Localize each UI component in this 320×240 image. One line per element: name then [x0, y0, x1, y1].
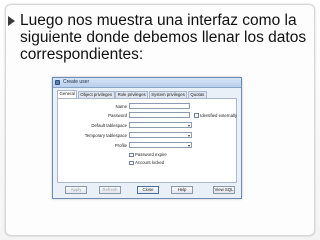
- dialog-title: Create user: [63, 79, 90, 85]
- default-tablespace-label: Default tablespace: [91, 123, 127, 128]
- profile-select[interactable]: [129, 142, 192, 148]
- account-locked-checkbox[interactable]: [129, 160, 134, 165]
- slide-bullet-paragraph: Luego nos muestra una interfaz como la s…: [8, 12, 308, 63]
- identified-externally-checkbox[interactable]: [194, 113, 199, 118]
- temporary-tablespace-select[interactable]: [129, 132, 192, 138]
- account-locked-option[interactable]: Account locked: [129, 160, 219, 166]
- default-tablespace-row: Default tablespace: [58, 122, 238, 129]
- password-expire-checkbox[interactable]: [129, 152, 134, 157]
- tab-system-privileges[interactable]: System privileges: [148, 91, 188, 98]
- account-locked-label: Account locked: [135, 160, 165, 165]
- refresh-button[interactable]: Refresh: [99, 186, 121, 194]
- dialog-titlebar: Create user: [53, 78, 241, 88]
- dialog-button-bar: Apply Refresh Close Help View SQL: [57, 186, 237, 195]
- create-user-dialog: Create user General Object privileges Ro…: [52, 77, 242, 199]
- profile-row: Profile: [58, 142, 238, 149]
- password-row: Password Identified externally: [58, 112, 238, 119]
- help-button[interactable]: Help: [171, 186, 193, 194]
- temporary-tablespace-label: Temporary tablespace: [84, 133, 127, 138]
- chevron-down-icon: [188, 134, 190, 137]
- window-icon: [55, 80, 60, 85]
- name-label: Name: [115, 104, 127, 109]
- tab-general[interactable]: General: [57, 90, 78, 98]
- password-input[interactable]: [129, 112, 190, 118]
- chevron-down-icon: [188, 124, 190, 127]
- password-expire-label: Password expire: [135, 152, 167, 157]
- name-row: Name: [58, 103, 238, 110]
- close-button[interactable]: Close: [137, 186, 159, 194]
- tab-role-privileges[interactable]: Role privileges: [115, 91, 149, 98]
- password-label: Password: [108, 113, 127, 118]
- tab-quotas[interactable]: Quotas: [187, 91, 207, 98]
- apply-button[interactable]: Apply: [65, 186, 87, 194]
- identified-externally-option[interactable]: Identified externally: [194, 113, 284, 119]
- bullet-text: Luego nos muestra una interfaz como la s…: [20, 12, 307, 63]
- dialog-tabbar: General Object privileges Role privilege…: [57, 90, 237, 98]
- chevron-down-icon: [188, 144, 190, 147]
- general-panel: Name Password Identified externally Defa…: [57, 98, 237, 183]
- view-sql-button[interactable]: View SQL: [213, 186, 235, 194]
- triangle-bullet-icon: [8, 16, 15, 26]
- password-expire-option[interactable]: Password expire: [129, 152, 219, 158]
- slide-background: Luego nos muestra una interfaz como la s…: [0, 0, 320, 240]
- default-tablespace-select[interactable]: [129, 122, 192, 128]
- identified-externally-label: Identified externally: [200, 112, 238, 118]
- profile-label: Profile: [114, 143, 127, 148]
- temporary-tablespace-row: Temporary tablespace: [58, 132, 238, 139]
- name-input[interactable]: [129, 103, 190, 109]
- tab-object-privileges[interactable]: Object privileges: [77, 91, 115, 98]
